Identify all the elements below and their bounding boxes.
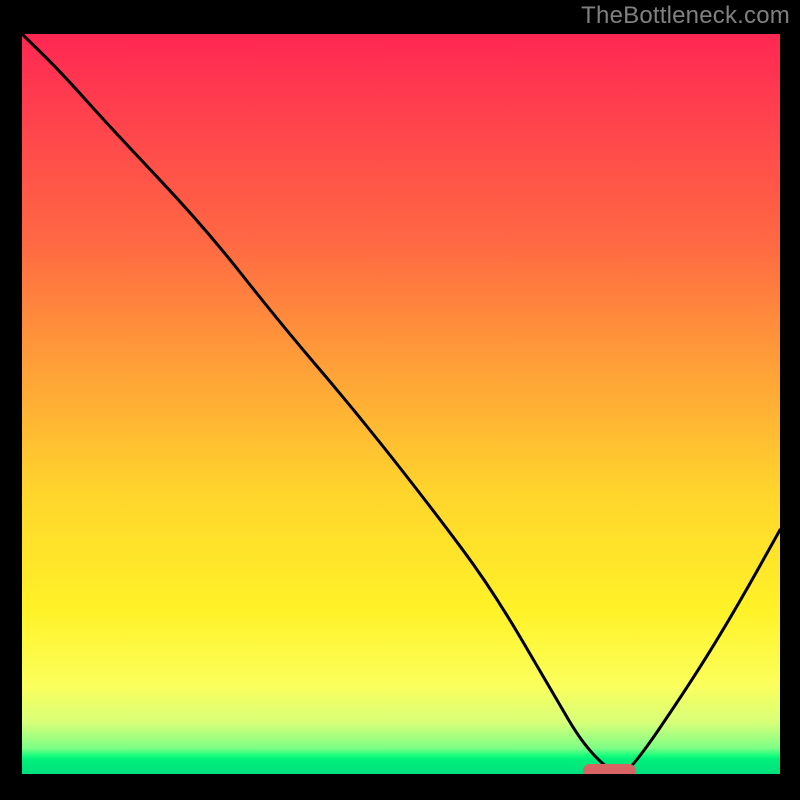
watermark-text: TheBottleneck.com: [581, 2, 790, 30]
bottleneck-curve: [22, 34, 780, 774]
plot-area: [22, 34, 780, 774]
chart-frame: TheBottleneck.com: [0, 0, 800, 800]
optimal-marker: [583, 764, 636, 774]
